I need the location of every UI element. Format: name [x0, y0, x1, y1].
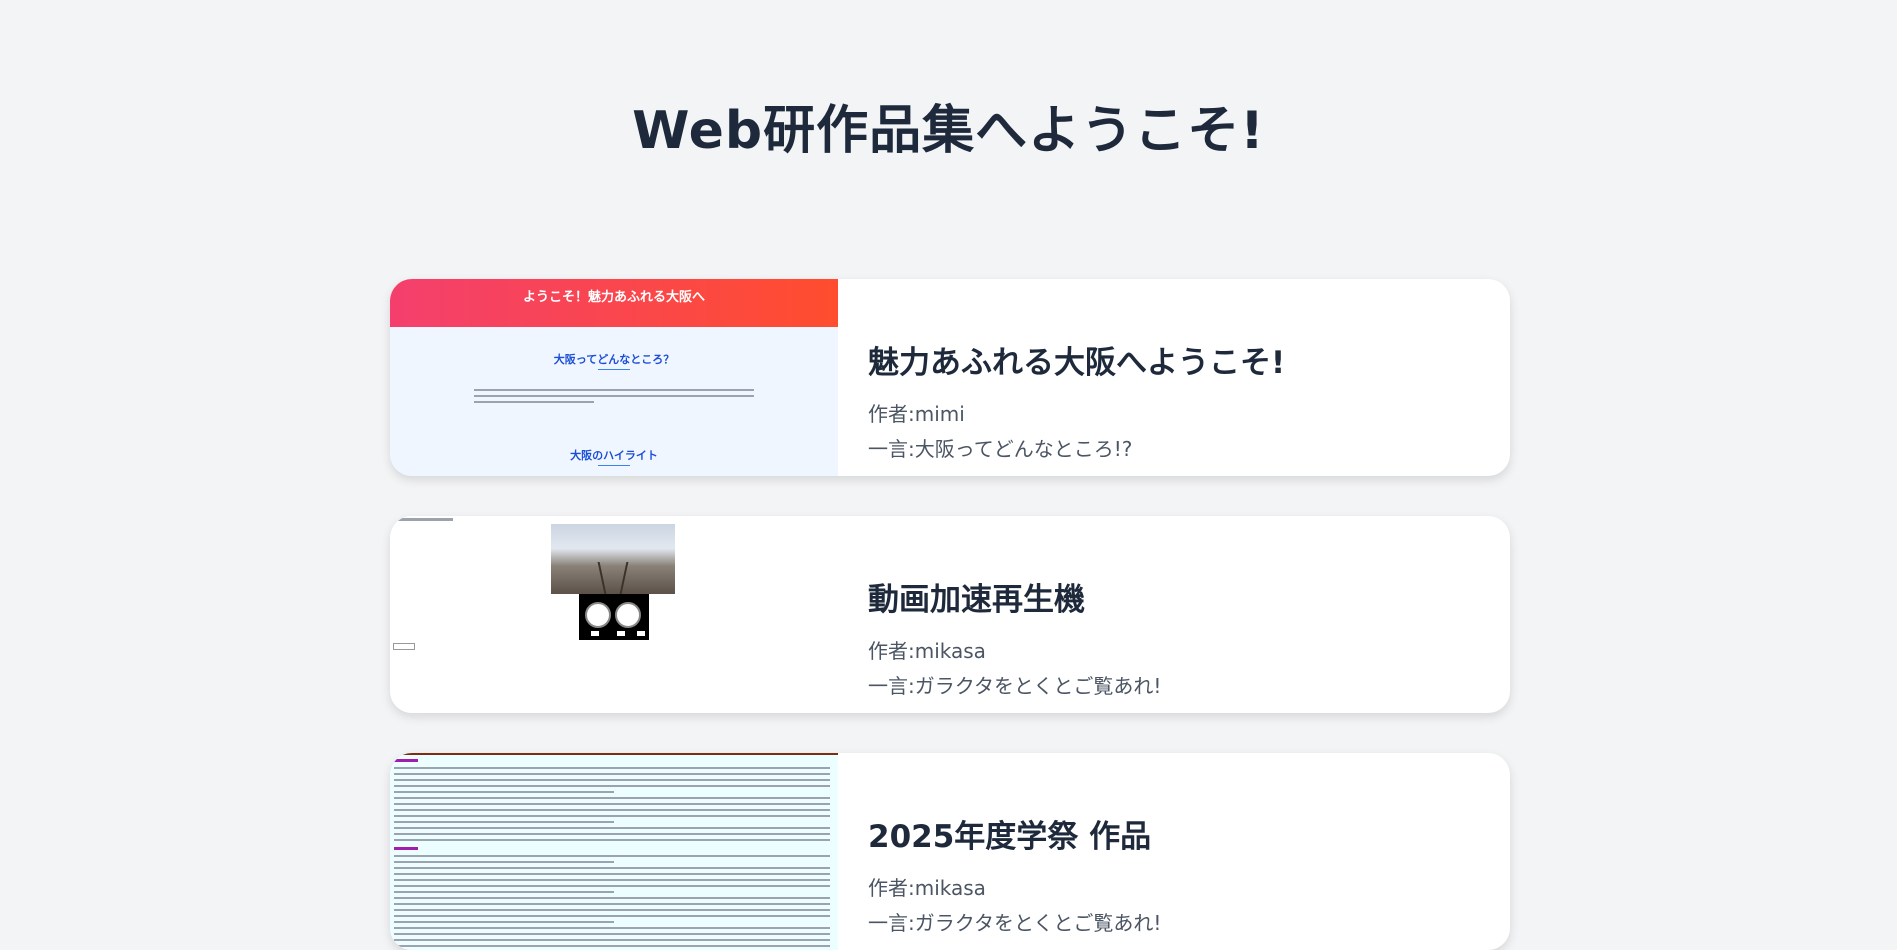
thumbnail-text [394, 939, 830, 941]
thumbnail-text [394, 833, 830, 835]
work-card-video-player[interactable]: 動画加速再生機 作者:mikasa 一言:ガラクタをとくとご覧あれ! [390, 516, 1510, 713]
thumbnail-text [394, 785, 830, 787]
control-button [591, 631, 599, 636]
work-info: 魅力あふれる大阪へようこそ! 作者:mimi 一言:大阪ってどんなところ!? [868, 337, 1490, 468]
rail-line [619, 562, 629, 594]
work-card-festival[interactable]: 2025年度学祭 作品 作者:mikasa 一言:ガラクタをとくとご覧あれ! [390, 753, 1510, 950]
thumbnail-body: 大阪ってどんなところ？ 大阪のハイライト [390, 327, 838, 476]
control-button [637, 631, 645, 636]
thumbnail-text [394, 809, 830, 811]
thumbnail-underline [598, 369, 630, 370]
dial-icon [615, 602, 641, 628]
thumbnail-text [394, 873, 830, 875]
dial-icon [585, 602, 611, 628]
work-author: 作者:mikasa [868, 639, 986, 663]
work-title: 2025年度学祭 作品 [868, 819, 1152, 855]
thumbnail-text [394, 861, 614, 863]
thumbnail-heading [394, 847, 418, 850]
thumbnail-controls [579, 594, 649, 640]
thumbnail-text [394, 927, 830, 929]
thumbnail-text [394, 945, 830, 947]
work-info: 動画加速再生機 作者:mikasa 一言:ガラクタをとくとご覧あれ! [868, 574, 1490, 705]
thumbnail-text [474, 401, 594, 403]
work-thumbnail[interactable] [390, 516, 838, 713]
thumbnail-text [394, 921, 614, 923]
thumbnail-text [393, 518, 453, 521]
thumbnail-body [390, 516, 838, 713]
control-button [617, 631, 625, 636]
thumbnail-text [474, 395, 754, 397]
thumbnail-text [394, 779, 830, 781]
thumbnail-header: ようこそ！魅力あふれる大阪へ [390, 279, 838, 327]
work-card-osaka[interactable]: ようこそ！魅力あふれる大阪へ 大阪ってどんなところ？ 大阪のハイライト 魅力あふ… [390, 279, 1510, 476]
thumbnail-text [394, 797, 830, 799]
thumbnail-text [394, 839, 830, 841]
work-author: 作者:mikasa [868, 876, 986, 900]
thumbnail-text [394, 867, 830, 869]
thumbnail-underline [598, 465, 630, 466]
thumbnail-text [394, 885, 830, 887]
work-title: 魅力あふれる大阪へようこそ! [868, 345, 1286, 381]
work-comment: 一言:ガラクタをとくとご覧あれ! [868, 674, 1162, 698]
work-author: 作者:mimi [868, 402, 965, 426]
thumbnail-text [394, 855, 830, 857]
thumbnail-text [394, 767, 830, 769]
thumbnail-text [394, 879, 830, 881]
thumbnail-text [394, 791, 614, 793]
work-comment: 一言:ガラクタをとくとご覧あれ! [868, 911, 1162, 935]
thumbnail-text [394, 827, 830, 829]
thumbnail-text [394, 909, 830, 911]
thumbnail-photo [551, 524, 675, 594]
thumbnail-text [394, 803, 830, 805]
thumbnail-text [474, 389, 754, 391]
thumbnail-button [393, 643, 415, 650]
page-title: Web研作品集へようこそ! [632, 101, 1265, 161]
thumbnail-text [394, 815, 830, 817]
thumbnail-heading [394, 759, 418, 762]
thumbnail-heading: 大阪ってどんなところ？ [553, 353, 675, 366]
thumbnail-heading: 大阪のハイライト [570, 449, 658, 462]
thumbnail-body [390, 753, 838, 950]
thumbnail-text [394, 915, 830, 917]
work-info: 2025年度学祭 作品 作者:mikasa 一言:ガラクタをとくとご覧あれ! [868, 811, 1490, 942]
thumbnail-text [394, 933, 830, 935]
thumbnail-text [394, 897, 830, 899]
work-comment: 一言:大阪ってどんなところ!? [868, 437, 1133, 461]
rail-line [597, 562, 607, 594]
thumbnail-text [394, 773, 830, 775]
work-thumbnail[interactable]: ようこそ！魅力あふれる大阪へ 大阪ってどんなところ？ 大阪のハイライト [390, 279, 838, 476]
thumbnail-text [394, 891, 614, 893]
work-title: 動画加速再生機 [868, 582, 1085, 618]
work-thumbnail[interactable] [390, 753, 838, 950]
thumbnail-text [394, 821, 614, 823]
